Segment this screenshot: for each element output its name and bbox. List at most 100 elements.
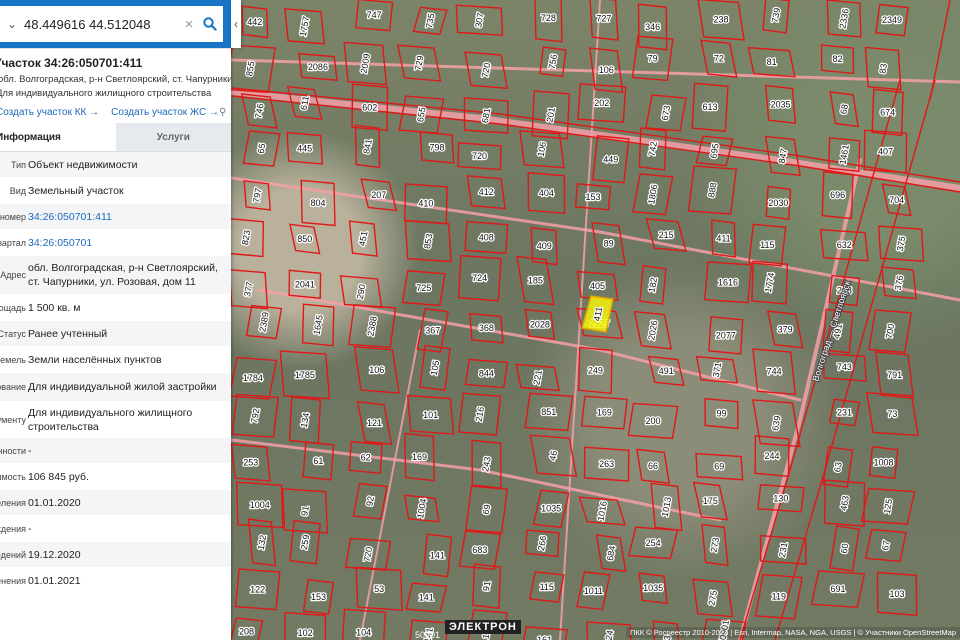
search-input[interactable] bbox=[24, 16, 181, 32]
attribute-value: 01.01.2020 bbox=[28, 496, 81, 509]
object-address: обл. Волгоградская, р-н Светлоярский, ст… bbox=[0, 74, 231, 85]
parcel-number-label: 611 bbox=[298, 95, 310, 111]
parcel-number-label: 804 bbox=[311, 198, 326, 208]
clear-icon[interactable]: × bbox=[181, 16, 197, 33]
parcel-number-label: 161 bbox=[537, 635, 552, 640]
parcel-number-label: 68 bbox=[838, 103, 850, 115]
parcel-number-label: 1757 bbox=[298, 16, 311, 37]
attribute-value[interactable]: 34:26:050701 bbox=[28, 236, 231, 250]
parcel-number-label: 632 bbox=[837, 240, 852, 250]
parcel-number-label: 182 bbox=[647, 277, 659, 294]
parcel-number-label: 134 bbox=[299, 412, 311, 429]
create-zhs-link[interactable]: Создать участок ЖС → bbox=[111, 107, 219, 118]
attribute-row: Площадь1 500 кв. м bbox=[0, 295, 231, 321]
parcel-number-label: 102 bbox=[298, 628, 313, 638]
chevron-down-icon[interactable]: ⌄ bbox=[0, 17, 24, 31]
attribute-row: Кадастровый квартал34:26:050701 bbox=[0, 230, 231, 256]
attribute-key: По документу bbox=[0, 414, 26, 425]
parcel-number-label: 1645 bbox=[312, 314, 325, 335]
attribute-key: Категория земель bbox=[0, 354, 26, 365]
parcel-number-label: 449 bbox=[603, 154, 618, 164]
parcel-number-label: 243 bbox=[480, 456, 492, 473]
parcel-number-label: 2349 bbox=[882, 15, 902, 25]
attribute-value: - bbox=[28, 522, 32, 535]
search-icon[interactable] bbox=[197, 17, 223, 31]
parcel-number-label: 696 bbox=[830, 190, 845, 200]
parcel-number-label: 169 bbox=[412, 452, 427, 462]
parcel-number-label: 405 bbox=[590, 281, 605, 291]
tab-info[interactable]: Информация bbox=[0, 123, 116, 151]
parcel-number-label: 797 bbox=[251, 187, 263, 204]
parcel-number-label: 346 bbox=[645, 22, 660, 32]
create-kk-link[interactable]: Создать участок КК → bbox=[0, 107, 99, 118]
parcel-number-label: 1785 bbox=[295, 370, 315, 380]
parcel-number-label: 727 bbox=[596, 14, 611, 24]
parcel-number-label: 404 bbox=[539, 188, 554, 198]
collapse-panel-button[interactable]: ‹ bbox=[231, 0, 241, 48]
attribute-value: Земельный участок bbox=[28, 184, 124, 197]
tab-services[interactable]: Услуги bbox=[115, 123, 231, 151]
parcel-number-label: 673 bbox=[660, 105, 672, 122]
attribute-key: Тип bbox=[10, 159, 26, 170]
parcel-number-label: 695 bbox=[708, 143, 720, 160]
attribute-row: Кадастровая стоимость106 845 руб. bbox=[0, 464, 231, 490]
parcel-number-label: 725 bbox=[416, 283, 431, 293]
parcel-number-label: 83 bbox=[877, 63, 889, 75]
parcel-number-label: 72 bbox=[714, 54, 724, 64]
attribute-key: Форма собственности bbox=[0, 445, 26, 456]
parcel-number-label: 655 bbox=[415, 106, 427, 123]
parcel-number-label: 409 bbox=[537, 241, 552, 251]
parcel-number-label: 674 bbox=[880, 107, 895, 117]
parcel-number-label: 728 bbox=[541, 13, 556, 23]
parcel-number-label: 273 bbox=[709, 537, 721, 554]
parcel-number-label: 185 bbox=[528, 276, 543, 286]
parcel-number-label: 841 bbox=[361, 138, 373, 155]
parcel-number-label: 259 bbox=[299, 534, 311, 551]
parcel-number-label: 2389 bbox=[257, 311, 270, 332]
parcel-number-label: 2009 bbox=[359, 53, 372, 74]
search-on-map-icon[interactable]: ⚲ bbox=[219, 107, 226, 118]
attribute-key: Кадастровый квартал bbox=[0, 237, 26, 248]
parcel-number-label: 115 bbox=[540, 582, 554, 592]
parcel-number-label: 2086 bbox=[308, 62, 328, 72]
parcel-number-label: 175 bbox=[703, 496, 718, 506]
attribute-table: Тип Объект недвижимости Вид Земельный участ… bbox=[0, 152, 231, 594]
parcel-number-label: 743 bbox=[837, 362, 852, 372]
attribute-value: Земли населённых пунктов bbox=[28, 353, 162, 366]
parcel-number-label: 792 bbox=[249, 408, 261, 425]
parcel-number-label: 244 bbox=[764, 451, 779, 461]
parcel-number-label: 62 bbox=[361, 452, 371, 462]
parcel-number-label: 2035 bbox=[771, 99, 791, 109]
parcel-number-label: 221 bbox=[531, 369, 543, 386]
parcel-number-label: 104 bbox=[356, 628, 371, 638]
highway-boundary bbox=[929, 0, 951, 101]
parcel-number-label: 451 bbox=[357, 230, 369, 247]
parcel-number-label: 253 bbox=[243, 458, 258, 468]
tabs: Информация Услуги bbox=[0, 123, 231, 152]
attribute-row: Форма собственности- bbox=[0, 438, 231, 464]
parcel-number-label: 66 bbox=[648, 461, 658, 471]
attribute-key: Кадастровая стоимость bbox=[0, 471, 26, 482]
parcel-number-label: 377 bbox=[242, 281, 254, 298]
parcel-number-label: 720 bbox=[362, 546, 374, 563]
attribute-value: Для индивидуальной жилой застройки bbox=[28, 381, 217, 393]
parcel-number-label: 2077 bbox=[716, 330, 736, 340]
parcel-number-label: 850 bbox=[297, 234, 312, 244]
attribute-key: Дата применения bbox=[0, 575, 26, 586]
attribute-value: 1 500 кв. м bbox=[28, 301, 81, 314]
parcel-number-label: 105 bbox=[429, 360, 441, 377]
attribute-key: Статус bbox=[0, 328, 26, 339]
parcel-number-label: 720 bbox=[472, 151, 487, 161]
parcel-number-label: 231 bbox=[837, 407, 852, 417]
attribute-row: По документуДля индивидуального жилищног… bbox=[0, 402, 231, 438]
attribute-value[interactable]: 34:26:050701:411 bbox=[28, 210, 231, 224]
parcel-number-label: 379 bbox=[778, 324, 793, 334]
parcel-layer[interactable] bbox=[224, 0, 925, 640]
parcel-number-label: 684 bbox=[605, 545, 617, 562]
attribute-value: 01.01.2021 bbox=[28, 574, 81, 587]
parcel-number-label: 61 bbox=[313, 456, 323, 466]
parcel-number-label: 91 bbox=[299, 505, 311, 517]
parcel-number-label: 742 bbox=[646, 141, 658, 158]
parcel-number-label: 216 bbox=[474, 406, 486, 423]
parcel-number-label: 442 bbox=[247, 17, 262, 27]
